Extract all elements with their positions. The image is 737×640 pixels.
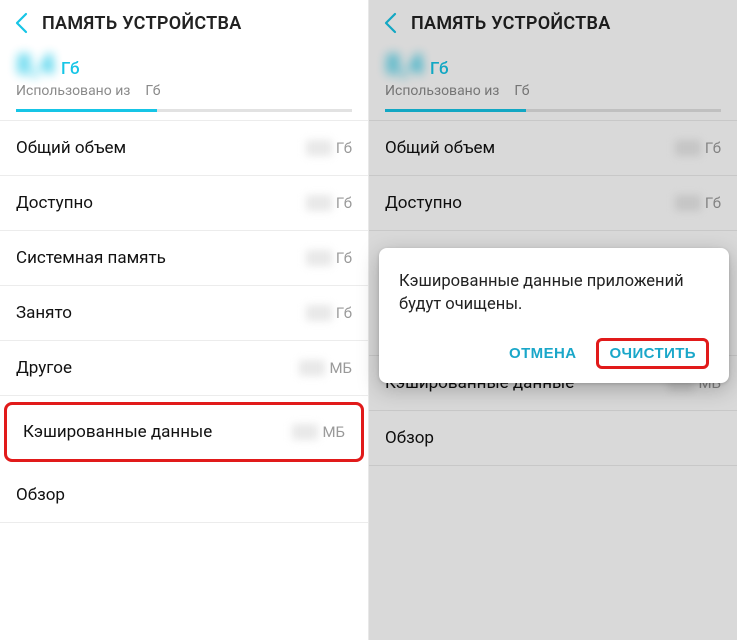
row-label: Общий объем (16, 138, 126, 158)
dialog-confirm-button[interactable]: ОЧИСТИТЬ (596, 338, 709, 369)
usage-subtext-prefix: Использовано из (16, 83, 130, 99)
row-unit: МБ (329, 359, 352, 377)
usage-value: 8,4 (16, 48, 55, 81)
clear-cache-dialog: Кэшированные данные приложений будут очи… (379, 248, 729, 383)
row-value: МБ (292, 423, 345, 441)
row-total[interactable]: Общий объем Гб (0, 121, 368, 176)
row-unit: Гб (336, 139, 352, 157)
usage-subtext: Использовано из Гб (16, 83, 352, 99)
row-value: МБ (299, 359, 352, 377)
row-label: Занято (16, 303, 72, 323)
hidden-value (306, 140, 332, 156)
row-value: Гб (306, 249, 352, 267)
storage-list: Общий объем Гб Доступно Гб Системная пам… (0, 121, 368, 523)
dialog-actions: ОТМЕНА ОЧИСТИТЬ (399, 338, 709, 369)
row-label: Доступно (16, 193, 93, 213)
page-title: ПАМЯТЬ УСТРОЙСТВА (42, 13, 242, 34)
screen-left: ПАМЯТЬ УСТРОЙСТВА 8,4 Гб Использовано из… (0, 0, 369, 640)
row-unit: Гб (336, 249, 352, 267)
header: ПАМЯТЬ УСТРОЙСТВА (0, 0, 368, 44)
row-system[interactable]: Системная память Гб (0, 231, 368, 286)
row-unit: Гб (336, 194, 352, 212)
storage-progress (16, 109, 352, 112)
row-value: Гб (306, 194, 352, 212)
hidden-value (299, 360, 325, 376)
dialog-card: Кэшированные данные приложений будут очи… (379, 248, 729, 383)
hidden-value (292, 424, 318, 440)
row-available[interactable]: Доступно Гб (0, 176, 368, 231)
row-unit: МБ (322, 423, 345, 441)
dialog-cancel-button[interactable]: ОТМЕНА (499, 339, 586, 368)
row-overview[interactable]: Обзор (0, 468, 368, 523)
row-cached[interactable]: Кэшированные данные МБ (7, 405, 361, 459)
storage-progress-bar (16, 109, 157, 112)
row-value: Гб (306, 139, 352, 157)
row-value: Гб (306, 304, 352, 322)
highlighted-cached-row: Кэшированные данные МБ (4, 402, 364, 462)
hidden-value (306, 195, 332, 211)
usage-unit: Гб (61, 59, 79, 79)
row-unit: Гб (336, 304, 352, 322)
dialog-message: Кэшированные данные приложений будут очи… (399, 270, 709, 316)
usage-subtext-suffix: Гб (145, 83, 160, 99)
row-label: Другое (16, 358, 72, 378)
row-label: Системная память (16, 248, 166, 268)
back-icon[interactable] (14, 12, 28, 34)
row-label: Кэшированные данные (23, 422, 212, 442)
row-other[interactable]: Другое МБ (0, 341, 368, 396)
hidden-value (306, 250, 332, 266)
row-label: Обзор (16, 485, 65, 505)
row-used[interactable]: Занято Гб (0, 286, 368, 341)
screen-right: ПАМЯТЬ УСТРОЙСТВА 8,4 Гб Использовано из… (369, 0, 737, 640)
storage-summary: 8,4 Гб Использовано из Гб (0, 44, 368, 120)
hidden-value (306, 305, 332, 321)
